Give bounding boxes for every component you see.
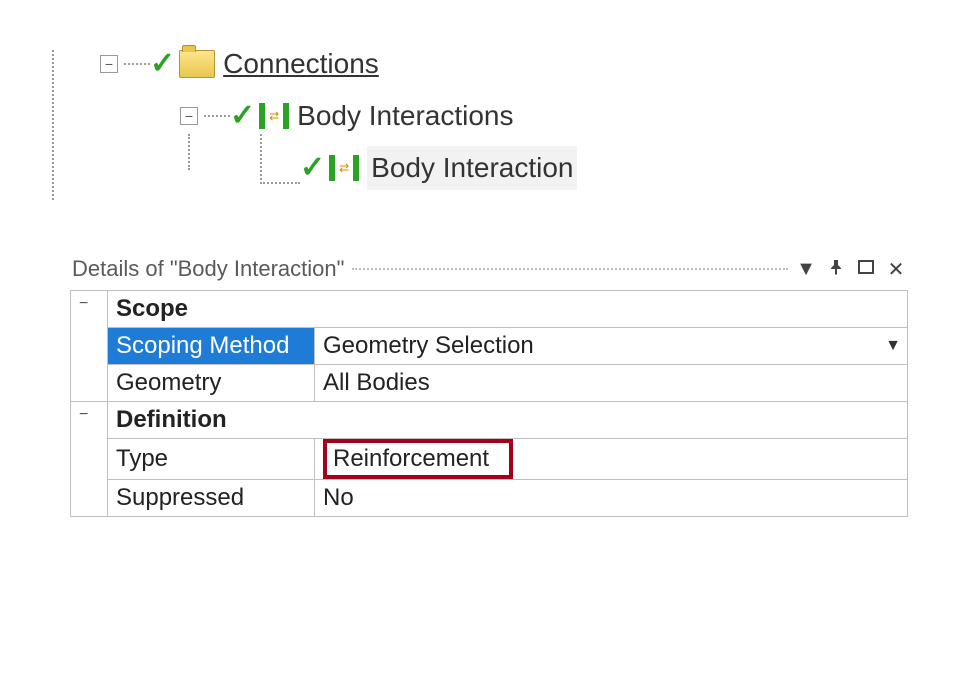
prop-value-type[interactable]: Reinforcement xyxy=(315,439,908,480)
outline-tree: − ✓ Connections − ✓ ⇄ Body Interactions xyxy=(100,40,938,192)
prop-value-scoping-method[interactable]: Geometry Selection ▼ xyxy=(315,328,908,365)
prop-label: Type xyxy=(108,439,315,480)
body-interactions-icon: ⇄ xyxy=(259,103,289,129)
pin-icon[interactable] xyxy=(826,258,846,281)
details-title-text: Details of "Body Interaction" xyxy=(72,256,344,282)
tree-item-body-interactions[interactable]: − ✓ ⇄ Body Interactions xyxy=(180,92,938,140)
folder-icon xyxy=(179,50,215,78)
tree-item-label: Connections xyxy=(223,42,379,87)
titlebar-separator xyxy=(352,268,788,270)
prop-value-text: Geometry Selection xyxy=(323,332,534,359)
expander-icon[interactable]: − xyxy=(180,107,198,125)
details-panel: Details of "Body Interaction" ▼ ✕ − Scop… xyxy=(70,252,908,517)
expander-icon[interactable]: − xyxy=(100,55,118,73)
prop-row-type[interactable]: Type Reinforcement xyxy=(71,439,908,480)
group-toggle[interactable]: − xyxy=(71,402,108,517)
tree-item-connections[interactable]: − ✓ Connections xyxy=(100,40,938,88)
close-icon[interactable]: ✕ xyxy=(886,257,906,282)
group-header: Scope xyxy=(108,291,908,328)
tree-item-label: Body Interaction xyxy=(367,146,577,191)
group-toggle[interactable]: − xyxy=(71,291,108,402)
prop-label: Geometry xyxy=(108,365,315,402)
properties-table: − Scope Scoping Method Geometry Selectio… xyxy=(70,290,908,517)
checkmark-icon: ✓ xyxy=(230,92,255,140)
checkmark-icon: ✓ xyxy=(300,144,325,192)
group-header: Definition xyxy=(108,402,908,439)
prop-value-text: Reinforcement xyxy=(333,445,489,472)
prop-value-suppressed[interactable]: No xyxy=(315,480,908,517)
prop-label: Scoping Method xyxy=(108,328,315,365)
group-definition[interactable]: − Definition xyxy=(71,402,908,439)
prop-label: Suppressed xyxy=(108,480,315,517)
prop-value-geometry[interactable]: All Bodies xyxy=(315,365,908,402)
dropdown-icon[interactable]: ▼ xyxy=(796,258,816,281)
prop-row-scoping-method[interactable]: Scoping Method Geometry Selection ▼ xyxy=(71,328,908,365)
tree-item-body-interaction[interactable]: ✓ ⇄ Body Interaction xyxy=(260,144,938,192)
chevron-down-icon[interactable]: ▼ xyxy=(885,337,901,355)
highlight-box: Reinforcement xyxy=(323,439,513,479)
body-interaction-icon: ⇄ xyxy=(329,155,359,181)
checkmark-icon: ✓ xyxy=(150,40,175,88)
maximize-icon[interactable] xyxy=(856,258,876,281)
prop-row-geometry[interactable]: Geometry All Bodies xyxy=(71,365,908,402)
details-titlebar: Details of "Body Interaction" ▼ ✕ xyxy=(70,252,908,290)
tree-item-label: Body Interactions xyxy=(297,94,513,139)
group-scope[interactable]: − Scope xyxy=(71,291,908,328)
prop-row-suppressed[interactable]: Suppressed No xyxy=(71,480,908,517)
